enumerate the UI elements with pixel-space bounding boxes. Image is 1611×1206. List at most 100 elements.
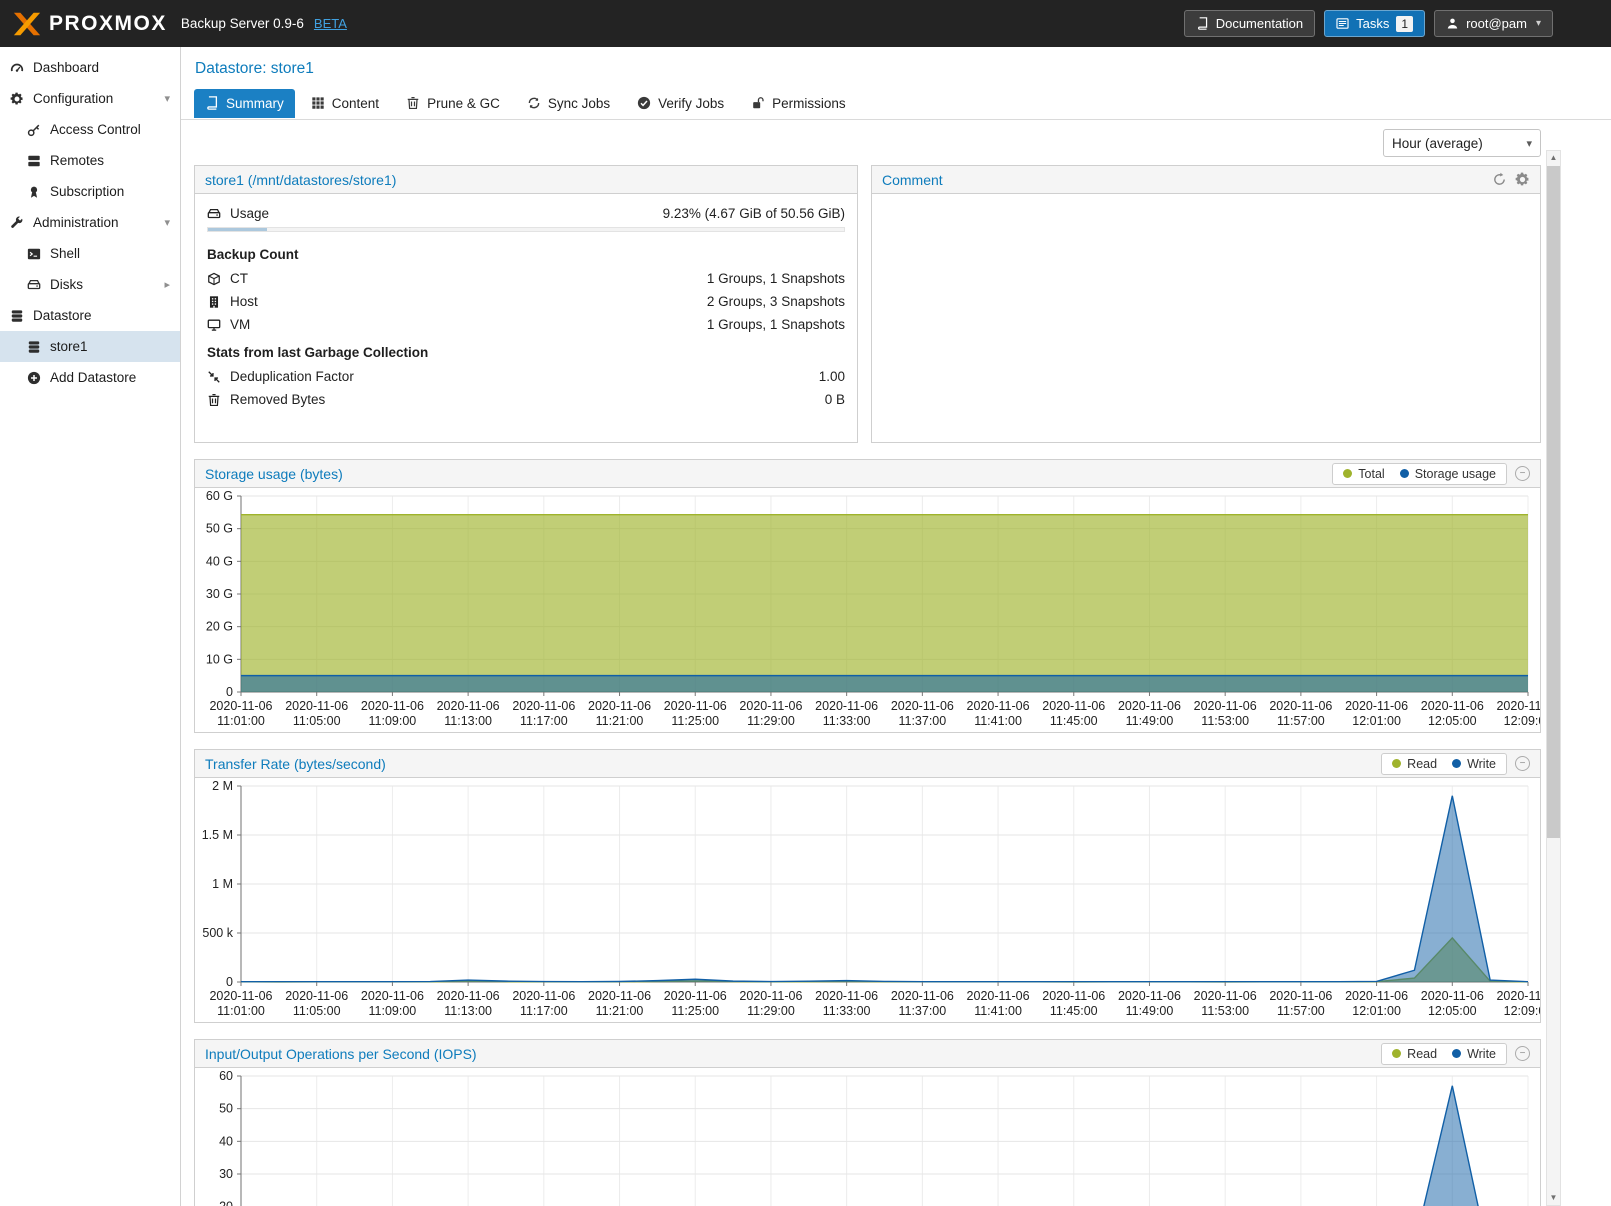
tab-prune-gc[interactable]: Prune & GC	[395, 89, 511, 118]
svg-text:12:01:00: 12:01:00	[1352, 1004, 1401, 1018]
svg-text:50 G: 50 G	[206, 522, 233, 536]
collapse-icon[interactable]: −	[1515, 1046, 1530, 1061]
timeframe-value: Hour (average)	[1392, 136, 1483, 151]
chart-title: Storage usage (bytes)	[205, 466, 343, 482]
user-icon	[1446, 17, 1459, 30]
svg-text:60: 60	[219, 1069, 233, 1083]
comment-body[interactable]	[872, 194, 1540, 442]
documentation-button[interactable]: Documentation	[1184, 10, 1315, 37]
gc-row-removed-bytes: Removed Bytes 0 B	[195, 388, 857, 411]
tab-summary[interactable]: Summary	[194, 89, 295, 118]
scrollbar[interactable]: ▲ ▼	[1546, 150, 1561, 1206]
svg-text:1.5 M: 1.5 M	[202, 828, 233, 842]
svg-text:2020-11-06: 2020-11-06	[815, 699, 878, 713]
svg-text:0: 0	[226, 685, 233, 699]
sidebar-item-access-control[interactable]: Access Control	[0, 114, 180, 145]
topbar-actions: Documentation Tasks 1 root@pam ▾	[1184, 10, 1553, 37]
svg-text:2020-11-06: 2020-11-06	[512, 989, 575, 1003]
legend-item-read[interactable]: Read	[1392, 1047, 1437, 1061]
legend-dot	[1343, 469, 1352, 478]
svg-text:11:29:00: 11:29:00	[747, 1004, 795, 1018]
transfer-rate-chart: 0500 k1 M1.5 M2 M2020-11-0611:01:002020-…	[195, 778, 1540, 1022]
svg-text:2020-11-06: 2020-11-06	[891, 699, 954, 713]
sidebar-item-disks[interactable]: Disks ▸	[0, 269, 180, 300]
svg-text:11:01:00: 11:01:00	[217, 1004, 265, 1018]
legend-item-read[interactable]: Read	[1392, 757, 1437, 771]
tasks-button[interactable]: Tasks 1	[1324, 10, 1425, 37]
row-value: 1.00	[819, 369, 845, 384]
svg-text:2020-11-06: 2020-11-06	[967, 989, 1030, 1003]
svg-text:11:05:00: 11:05:00	[293, 1004, 341, 1018]
collapse-icon[interactable]: −	[1515, 756, 1530, 771]
user-menu-button[interactable]: root@pam ▾	[1434, 10, 1553, 37]
legend-item-total[interactable]: Total	[1343, 467, 1384, 481]
documentation-label: Documentation	[1216, 16, 1303, 31]
tab-content[interactable]: Content	[300, 89, 390, 118]
svg-text:30: 30	[219, 1167, 233, 1181]
svg-text:2020-11-06: 2020-11-06	[1421, 989, 1484, 1003]
svg-text:11:17:00: 11:17:00	[520, 1004, 568, 1018]
legend-item-storage-usage[interactable]: Storage usage	[1400, 467, 1496, 481]
svg-text:12:01:00: 12:01:00	[1352, 714, 1401, 728]
svg-text:11:21:00: 11:21:00	[596, 1004, 644, 1018]
svg-text:2020-11-06: 2020-11-06	[437, 989, 500, 1003]
svg-text:50: 50	[219, 1102, 233, 1116]
svg-text:2020-11-06: 2020-11-06	[1042, 699, 1105, 713]
sidebar-item-label: Subscription	[50, 184, 124, 199]
sidebar-item-store1[interactable]: store1	[0, 331, 180, 362]
beta-link[interactable]: BETA	[314, 16, 347, 31]
trash-icon	[207, 393, 221, 407]
chevron-down-icon: ▾	[164, 92, 170, 105]
sidebar-item-remotes[interactable]: Remotes	[0, 145, 180, 176]
sidebar-item-configuration[interactable]: Configuration ▾	[0, 83, 180, 114]
svg-text:11:21:00: 11:21:00	[596, 714, 644, 728]
svg-text:2020-11-06: 2020-11-06	[1345, 699, 1408, 713]
database-icon	[27, 340, 41, 354]
legend-item-write[interactable]: Write	[1452, 1047, 1496, 1061]
legend-dot	[1452, 1049, 1461, 1058]
panel-header: Comment	[872, 166, 1540, 194]
sidebar-item-administration[interactable]: Administration ▾	[0, 207, 180, 238]
sidebar-item-subscription[interactable]: Subscription	[0, 176, 180, 207]
svg-text:11:45:00: 11:45:00	[1050, 1004, 1098, 1018]
usage-progress-fill	[208, 228, 267, 231]
tab-permissions[interactable]: Permissions	[740, 89, 857, 118]
svg-text:0: 0	[226, 975, 233, 989]
legend-label: Write	[1467, 1047, 1496, 1061]
svg-text:2020-11-06: 2020-11-06	[1345, 989, 1408, 1003]
timeframe-select[interactable]: Hour (average) ▾	[1383, 129, 1541, 157]
panel-header: Storage usage (bytes) Total Storage usage…	[195, 460, 1540, 488]
svg-text:40: 40	[219, 1134, 233, 1148]
svg-text:2020-11-06: 2020-11-06	[1194, 989, 1257, 1003]
sidebar-item-dashboard[interactable]: Dashboard	[0, 52, 180, 83]
svg-text:2020-11-06: 2020-11-06	[285, 699, 348, 713]
tab-bar: Summary Content Prune & GC Sync Jobs Ver…	[181, 87, 1611, 120]
proxmox-logo-icon	[12, 9, 42, 39]
refresh-icon[interactable]	[1492, 172, 1507, 187]
scrollbar-down-arrow[interactable]: ▼	[1547, 1191, 1560, 1205]
svg-text:2020-11-06: 2020-11-06	[1421, 699, 1484, 713]
tab-sync-jobs[interactable]: Sync Jobs	[516, 89, 621, 118]
scrollbar-up-arrow[interactable]: ▲	[1547, 151, 1560, 165]
summary-panel-title: store1 (/mnt/datastores/store1)	[205, 172, 396, 188]
tab-verify-jobs[interactable]: Verify Jobs	[626, 89, 735, 118]
caret-down-icon: ▾	[1526, 137, 1532, 150]
svg-text:11:53:00: 11:53:00	[1201, 1004, 1249, 1018]
scrollbar-thumb[interactable]	[1547, 166, 1560, 838]
gear-icon[interactable]	[1515, 172, 1530, 187]
brand-name: PROXMOX	[49, 12, 167, 36]
row-value: 1 Groups, 1 Snapshots	[707, 271, 845, 286]
svg-text:12:05:00: 12:05:00	[1428, 714, 1477, 728]
legend-item-write[interactable]: Write	[1452, 757, 1496, 771]
wrench-icon	[10, 216, 24, 230]
collapse-icon[interactable]: −	[1515, 466, 1530, 481]
sidebar-item-datastore[interactable]: Datastore	[0, 300, 180, 331]
svg-text:11:33:00: 11:33:00	[823, 1004, 871, 1018]
usage-row: Usage 9.23% (4.67 GiB of 50.56 GiB)	[195, 202, 857, 225]
lock-icon	[751, 96, 765, 110]
row-label: CT	[230, 271, 248, 286]
tab-label: Summary	[226, 96, 284, 111]
svg-text:2020-11-06: 2020-11-06	[1194, 699, 1257, 713]
sidebar-item-shell[interactable]: Shell	[0, 238, 180, 269]
sidebar-item-add-datastore[interactable]: Add Datastore	[0, 362, 180, 393]
